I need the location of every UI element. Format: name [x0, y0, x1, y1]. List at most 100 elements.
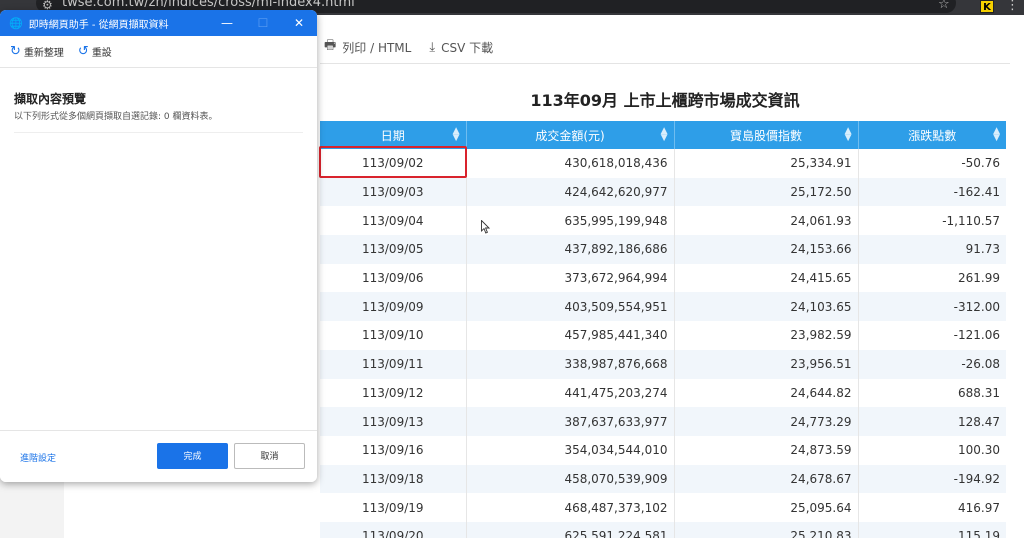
cell-date[interactable]: 113/09/11 [320, 349, 467, 379]
cell-amount[interactable]: 458,070,539,909 [466, 464, 675, 494]
cell-change[interactable]: -312.00 [858, 292, 1006, 322]
cell-index[interactable]: 24,773.29 [674, 407, 859, 436]
table-row: 113/09/16 354,034,544,010 24,873.59 100.30 [320, 435, 1006, 465]
column-header-change[interactable]: 漲跌點數 ▲ ▼ [858, 121, 1006, 149]
cell-change[interactable]: 688.31 [858, 379, 1006, 408]
cancel-button[interactable]: 取消 [234, 443, 305, 469]
cell-change[interactable]: 91.73 [858, 235, 1006, 264]
cell-amount[interactable]: 387,637,633,977 [466, 407, 675, 436]
cell-amount[interactable]: 403,509,554,951 [466, 292, 675, 322]
cell-index[interactable]: 23,982.59 [674, 321, 859, 350]
cell-amount[interactable]: 373,672,964,994 [466, 263, 675, 293]
cell-change[interactable]: -194.92 [858, 464, 1006, 494]
print-label: 列印 / HTML [342, 40, 412, 55]
maximize-icon[interactable]: ☐ [245, 10, 281, 36]
cell-date[interactable]: 113/09/02 [320, 149, 467, 178]
cell-index[interactable]: 25,334.91 [674, 149, 859, 178]
cell-amount[interactable]: 338,987,876,668 [466, 349, 675, 379]
cell-index[interactable]: 24,415.65 [674, 263, 859, 293]
table-row: 113/09/11 338,987,876,668 23,956.51 -26.08 [320, 349, 1006, 379]
cell-amount[interactable]: 625,591,224,581 [466, 521, 675, 538]
cell-change[interactable]: -1,110.57 [858, 206, 1006, 235]
extension-k-icon[interactable]: K [980, 0, 994, 13]
cell-amount[interactable]: 468,487,373,102 [466, 493, 675, 522]
cell-index[interactable]: 24,103.65 [674, 292, 859, 322]
sort-icon[interactable]: ▲ ▼ [661, 127, 668, 143]
sort-icon[interactable]: ▲ ▼ [453, 127, 460, 143]
refresh-button[interactable]: ↻ 重新整理 [10, 44, 64, 59]
cell-amount[interactable]: 457,985,441,340 [466, 321, 675, 350]
cell-date[interactable]: 113/09/04 [320, 206, 467, 236]
close-icon[interactable]: ✕ [281, 10, 317, 36]
cell-date[interactable]: 113/09/20 [320, 521, 467, 538]
address-url: twse.com.tw/zh/indices/cross/mi-index4.h… [62, 0, 355, 10]
cell-index[interactable]: 24,061.93 [674, 206, 859, 236]
cell-change[interactable]: -162.41 [858, 177, 1006, 207]
table-header-row: 日期 ▲ ▼ 成交金額(元) ▲ ▼ 寶島股價指數 ▲ ▼ 漲跌點數 ▲ ▼ [320, 121, 1006, 149]
cell-date[interactable]: 113/09/18 [320, 464, 467, 494]
popup-action-bar: ↻ 重新整理 ↺ 重設 [0, 36, 317, 68]
cell-amount[interactable]: 424,642,620,977 [466, 177, 675, 207]
print-html-button[interactable]: 🖶 列印 / HTML [324, 36, 411, 58]
cell-amount[interactable]: 441,475,203,274 [466, 378, 675, 408]
sort-icon[interactable]: ▲ ▼ [993, 127, 1000, 143]
cell-index[interactable]: 25,172.50 [674, 177, 859, 207]
cell-change[interactable]: -121.06 [858, 321, 1006, 350]
cell-change[interactable]: 128.47 [858, 407, 1006, 436]
cell-amount[interactable]: 437,892,186,686 [466, 235, 675, 264]
column-header-amount[interactable]: 成交金額(元) ▲ ▼ [466, 121, 675, 149]
table-row: 113/09/04 635,995,199,948 24,061.93 -1,110.… [320, 206, 1006, 236]
cell-index[interactable]: 25,210.83 [674, 521, 859, 538]
globe-icon: 🌐 [9, 16, 23, 30]
done-button[interactable]: 完成 [157, 443, 228, 469]
cell-date[interactable]: 113/09/06 [320, 263, 467, 293]
cell-date[interactable]: 113/09/16 [320, 435, 467, 465]
cell-change[interactable]: -50.76 [858, 149, 1006, 178]
cell-index[interactable]: 23,956.51 [674, 349, 859, 379]
column-header-date[interactable]: 日期 ▲ ▼ [320, 121, 467, 149]
cell-amount[interactable]: 635,995,199,948 [466, 206, 675, 236]
cell-index[interactable]: 25,095.64 [674, 493, 859, 522]
cell-date[interactable]: 113/09/12 [320, 378, 467, 408]
cell-index[interactable]: 24,678.67 [674, 464, 859, 494]
cell-date[interactable]: 113/09/10 [320, 321, 467, 350]
table-row: 113/09/05 437,892,186,686 24,153.66 91.73 [320, 235, 1006, 264]
browser-menu-icon[interactable]: ⋮ [1006, 0, 1019, 13]
reset-button[interactable]: ↺ 重設 [78, 44, 112, 59]
cell-date[interactable]: 113/09/09 [320, 292, 467, 322]
cell-date[interactable]: 113/09/19 [320, 493, 467, 522]
refresh-icon: ↻ [10, 44, 21, 59]
reset-label: 重設 [91, 48, 112, 59]
cell-amount[interactable]: 430,618,018,436 [466, 149, 675, 178]
cell-change[interactable]: 115.19 [858, 521, 1006, 538]
window-controls: — ☐ ✕ [209, 10, 317, 36]
cell-date[interactable]: 113/09/03 [320, 177, 467, 207]
cell-index[interactable]: 24,153.66 [674, 235, 859, 264]
table-row: 113/09/10 457,985,441,340 23,982.59 -121.06 [320, 321, 1006, 350]
cell-change[interactable]: -26.08 [858, 349, 1006, 379]
cell-date[interactable]: 113/09/05 [320, 235, 467, 264]
toolbar-divider [320, 63, 1010, 64]
minimize-icon[interactable]: — [209, 10, 245, 36]
cell-date[interactable]: 113/09/13 [320, 407, 467, 436]
sort-icon[interactable]: ▲ ▼ [845, 127, 852, 143]
csv-download-button[interactable]: ⤓ CSV 下載 [429, 39, 493, 56]
cell-index[interactable]: 24,873.59 [674, 435, 859, 465]
cell-change[interactable]: 416.97 [858, 493, 1006, 522]
cell-amount[interactable]: 354,034,544,010 [466, 435, 675, 465]
preview-title: 擷取內容預覽 [14, 92, 87, 106]
popup-footer: 進階設定 完成 取消 [0, 430, 317, 482]
table-row: 113/09/02 430,618,018,436 25,334.91 -50.76 [320, 149, 1006, 178]
cell-change[interactable]: 261.99 [858, 264, 1006, 293]
cell-change[interactable]: 100.30 [858, 436, 1006, 465]
table-row: 113/09/18 458,070,539,909 24,678.67 -194.92 [320, 464, 1006, 494]
table-row: 113/09/12 441,475,203,274 24,644.82 688.31 [320, 378, 1006, 408]
column-header-index[interactable]: 寶島股價指數 ▲ ▼ [674, 121, 859, 149]
table-row: 113/09/03 424,642,620,977 25,172.50 -162.41 [320, 177, 1006, 207]
undo-icon: ↺ [77, 44, 89, 59]
advanced-settings-link[interactable]: 進階設定 [20, 451, 56, 464]
trading-data-table: 日期 ▲ ▼ 成交金額(元) ▲ ▼ 寶島股價指數 ▲ ▼ 漲跌點數 ▲ ▼ 113/09/02… [320, 121, 1006, 538]
cell-index[interactable]: 24,644.82 [674, 378, 859, 408]
mouse-cursor-icon [481, 220, 490, 234]
bookmark-star-icon[interactable]: ☆ [938, 0, 950, 12]
